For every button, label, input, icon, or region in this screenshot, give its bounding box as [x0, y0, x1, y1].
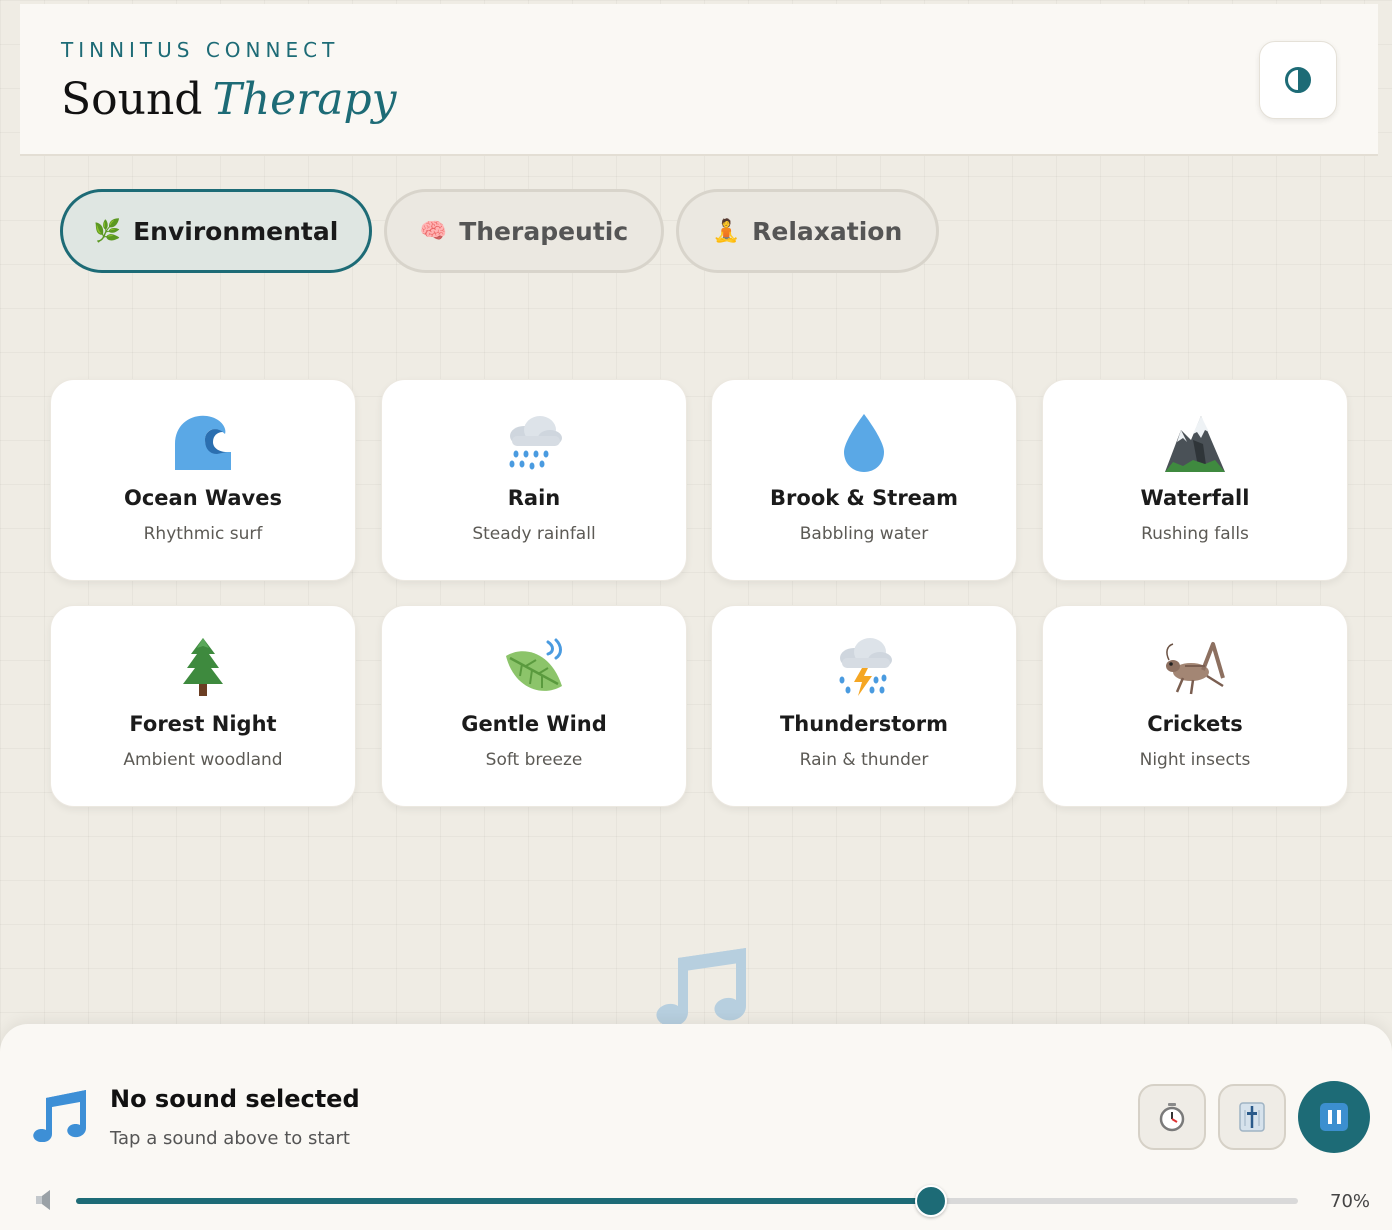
volume-value: 70% [1330, 1191, 1371, 1212]
speaker-icon [36, 1190, 50, 1210]
app-header: TINNITUS CONNECT Sound Therapy [20, 4, 1378, 156]
sound-name: Ocean Waves [124, 486, 282, 510]
leaf-wind-icon [502, 636, 566, 700]
brain-icon: 🧠 [419, 218, 448, 244]
sound-description: Ambient woodland [123, 750, 283, 770]
mixer-button[interactable] [1218, 1084, 1286, 1150]
title-accent: Therapy [212, 74, 397, 125]
tab-label: Therapeutic [459, 216, 629, 246]
sound-description: Rhythmic surf [143, 524, 263, 544]
now-playing-subtitle: Tap a sound above to start [110, 1128, 350, 1149]
contrast-icon [1285, 67, 1311, 93]
sound-name: Brook & Stream [770, 486, 958, 510]
music-note-icon [33, 1090, 86, 1142]
theme-toggle-button[interactable] [1259, 41, 1337, 119]
sound-description: Rain & thunder [799, 750, 929, 770]
droplet-icon [832, 410, 896, 474]
tab-label: Environmental [133, 216, 339, 246]
page-title: Sound Therapy [61, 74, 397, 125]
pine-tree-icon [171, 636, 235, 700]
sound-description: Steady rainfall [472, 524, 596, 544]
mountain-icon [1163, 410, 1227, 474]
sound-card-forest-night[interactable]: Forest Night Ambient woodland [50, 605, 356, 807]
tab-environmental[interactable]: 🌿 Environmental [60, 189, 372, 273]
sound-card-crickets[interactable]: Crickets Night insects [1042, 605, 1348, 807]
now-playing-title: No sound selected [110, 1085, 360, 1113]
sound-description: Soft breeze [485, 750, 583, 770]
sound-card-brook-stream[interactable]: Brook & Stream Babbling water [711, 379, 1017, 581]
meditation-icon: 🧘 [712, 218, 741, 244]
sound-description: Babbling water [799, 524, 929, 544]
sound-card-rain[interactable]: Rain Steady rainfall [381, 379, 687, 581]
player-bar: No sound selected Tap a sound above to s… [0, 1024, 1392, 1230]
sound-name: Crickets [1147, 712, 1243, 736]
herb-icon: 🌿 [93, 218, 122, 244]
wave-icon [171, 410, 235, 474]
sound-card-ocean-waves[interactable]: Ocean Waves Rhythmic surf [50, 379, 356, 581]
storm-cloud-icon [832, 636, 896, 700]
play-pause-button[interactable] [1298, 1081, 1370, 1153]
music-note-icon [656, 948, 746, 1027]
sound-name: Gentle Wind [461, 712, 607, 736]
timer-button[interactable] [1138, 1084, 1206, 1150]
pause-icon [1320, 1103, 1348, 1131]
timer-icon [1159, 1103, 1185, 1132]
tab-therapeutic[interactable]: 🧠 Therapeutic [384, 189, 664, 273]
cricket-icon [1163, 636, 1227, 700]
sound-name: Thunderstorm [779, 712, 948, 736]
sound-description: Rushing falls [1141, 524, 1249, 544]
title-main: Sound [61, 74, 203, 125]
sound-card-waterfall[interactable]: Waterfall Rushing falls [1042, 379, 1348, 581]
sound-card-thunderstorm[interactable]: Thunderstorm Rain & thunder [711, 605, 1017, 807]
sound-card-gentle-wind[interactable]: Gentle Wind Soft breeze [381, 605, 687, 807]
volume-fill [76, 1198, 932, 1204]
tab-label: Relaxation [752, 216, 903, 246]
sound-name: Rain [507, 486, 561, 510]
tab-relaxation[interactable]: 🧘 Relaxation [676, 189, 939, 273]
brand-eyebrow: TINNITUS CONNECT [61, 38, 340, 62]
mixer-icon [1239, 1102, 1265, 1132]
volume-thumb[interactable] [915, 1185, 948, 1217]
sound-name: Forest Night [129, 712, 277, 736]
volume-slider[interactable] [76, 1185, 1298, 1217]
sound-name: Waterfall [1140, 486, 1250, 510]
rain-cloud-icon [502, 410, 566, 474]
sound-description: Night insects [1139, 750, 1251, 770]
